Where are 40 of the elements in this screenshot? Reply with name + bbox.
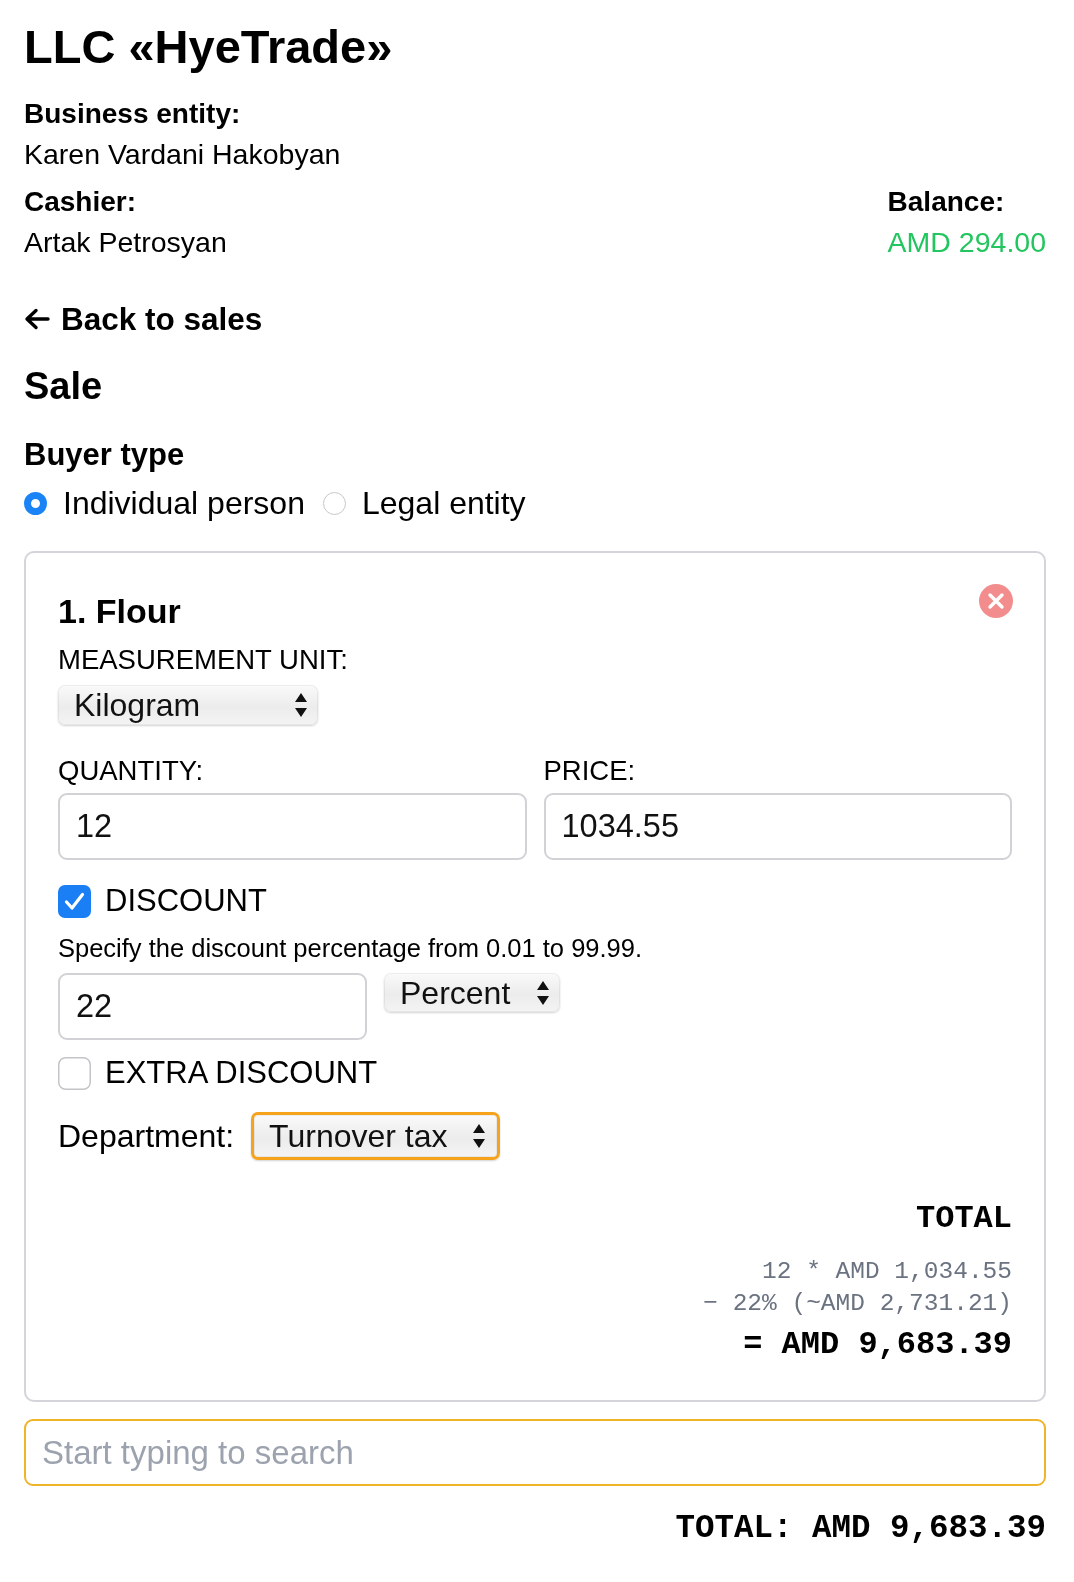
quantity-input[interactable]: 12 [58,793,527,860]
quantity-label: QUANTITY: [58,754,204,788]
radio-label[interactable]: Individual person [63,483,305,523]
balance-label: Balance: [887,185,1005,219]
close-icon[interactable] [979,584,1013,618]
updown-caret-icon [294,691,308,719]
back-link[interactable]: Back to sales [24,299,263,339]
balance-amount: AMD 294.00 [887,225,1046,260]
checkbox-label[interactable]: DISCOUNT [105,881,267,921]
price-input[interactable]: 1034.55 [543,793,1012,860]
item-total-amount: = AMD 9,683.39 [743,1325,1012,1365]
discount-type-select[interactable]: Percent [384,973,560,1012]
business-entity-name: Karen Vardani Hakobyan [24,137,341,172]
department-label: Department: [58,1117,235,1156]
arrow-left-icon [24,308,50,330]
unit-select[interactable]: Kilogram [58,685,318,725]
radio-button[interactable] [24,491,47,515]
search-field[interactable]: Start typing to search [24,1419,1046,1486]
discount-input[interactable]: 22 [58,973,367,1040]
item-title: 1. Flour [58,591,181,631]
buyer-type-label: Buyer type [24,436,185,474]
page-heading: Sale [24,364,103,409]
price-label: PRICE: [543,754,636,788]
calculation-line: − 22% (~AMD 2,731.21) [703,1289,1012,1319]
measurement-unit-label: MEASUREMENT UNIT: [58,643,348,677]
item-total-label: TOTAL [916,1199,1012,1239]
company-title: LLC «HyeTrade» [24,20,393,73]
radio-button[interactable] [322,491,346,515]
discount-hint: Specify the discount percentage from 0.01 to 99.99. [58,933,643,964]
department-select[interactable]: Turnover tax [251,1112,501,1160]
calculation-line: 12 * AMD 1,034.55 [762,1257,1012,1287]
radio-label[interactable]: Legal entity [361,483,526,523]
checkbox[interactable] [58,884,91,918]
cashier-label: Cashier: [24,185,137,219]
cashier-name: Artak Petrosyan [24,225,227,260]
updown-caret-icon [472,1122,487,1150]
checkbox[interactable] [58,1056,91,1090]
grand-total: TOTAL: AMD 9,683.39 [675,1509,1046,1549]
checkbox-label[interactable]: EXTRA DISCOUNT [105,1053,378,1093]
business-entity-label: Business entity: [24,97,241,131]
